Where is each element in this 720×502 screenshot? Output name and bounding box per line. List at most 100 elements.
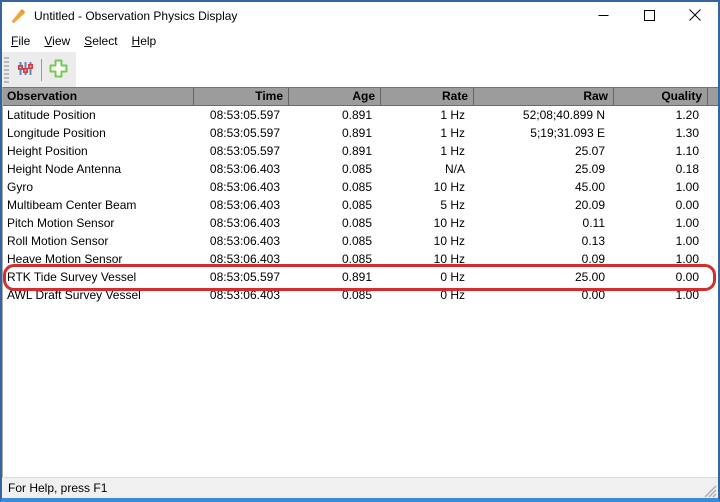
cell-observation: Height Position [3,142,194,160]
cell-time: 08:53:06.403 [194,232,289,250]
cell-rate: 10 Hz [381,250,474,268]
cell-time: 08:53:06.403 [194,178,289,196]
cell-observation: Height Node Antenna [3,160,194,178]
cell-quality: 1.00 [614,286,708,304]
close-button[interactable] [672,2,718,30]
cell-observation: RTK Tide Survey Vessel [3,268,194,286]
column-header-rate[interactable]: Rate [381,88,474,105]
cell-observation: Roll Motion Sensor [3,232,194,250]
cell-rate: 10 Hz [381,232,474,250]
column-header-time[interactable]: Time [194,88,289,105]
cell-rate: 10 Hz [381,178,474,196]
cell-rate: 0 Hz [381,268,474,286]
column-header-raw[interactable]: Raw [474,88,614,105]
minimize-button[interactable] [580,2,626,30]
table-row[interactable]: Heave Motion Sensor 08:53:06.403 0.085 1… [3,250,718,268]
table-row-highlighted[interactable]: RTK Tide Survey Vessel 08:53:05.597 0.89… [3,268,718,286]
cell-observation: AWL Draft Survey Vessel [3,286,194,304]
table-row[interactable]: Height Position 08:53:05.597 0.891 1 Hz … [3,142,718,160]
table-header: Observation Time Age Rate Raw Quality [3,87,718,106]
cell-quality: 0.00 [614,268,708,286]
cell-age: 0.085 [289,196,381,214]
cell-time: 08:53:06.403 [194,160,289,178]
toolbar-separator [41,59,42,81]
cell-quality: 0.00 [614,196,708,214]
cell-time: 08:53:06.403 [194,196,289,214]
cell-rate: 5 Hz [381,196,474,214]
menu-help[interactable]: Help [125,32,164,50]
cell-rate: 0 Hz [381,286,474,304]
cell-rate: 10 Hz [381,214,474,232]
cell-time: 08:53:06.403 [194,214,289,232]
cell-age: 0.891 [289,268,381,286]
cell-age: 0.891 [289,142,381,160]
cell-quality: 1.30 [614,124,708,142]
table-body: Latitude Position 08:53:05.597 0.891 1 H… [3,106,718,304]
table-row[interactable]: Height Node Antenna 08:53:06.403 0.085 N… [3,160,718,178]
menu-bar: File View Select Help [2,30,718,52]
cell-time: 08:53:05.597 [194,268,289,286]
app-icon [10,8,26,24]
cell-raw: 20.09 [474,196,614,214]
table-row[interactable]: Latitude Position 08:53:05.597 0.891 1 H… [3,106,718,124]
column-header-filler [708,88,718,105]
cell-time: 08:53:06.403 [194,286,289,304]
add-observation-button[interactable] [45,57,71,83]
menu-view[interactable]: View [37,32,77,50]
cell-observation: Heave Motion Sensor [3,250,194,268]
table-row[interactable]: Gyro 08:53:06.403 0.085 10 Hz 45.00 1.00 [3,178,718,196]
cell-raw: 45.00 [474,178,614,196]
cell-rate: 1 Hz [381,142,474,160]
window-title: Untitled - Observation Physics Display [34,9,580,23]
cell-raw: 25.07 [474,142,614,160]
cell-quality: 0.18 [614,160,708,178]
cell-time: 08:53:05.597 [194,106,289,124]
minimize-icon [598,9,609,24]
toolbar [2,52,718,87]
cell-observation: Pitch Motion Sensor [3,214,194,232]
menu-select[interactable]: Select [77,32,124,50]
table-row[interactable]: Pitch Motion Sensor 08:53:06.403 0.085 1… [3,214,718,232]
table-row[interactable]: Longitude Position 08:53:05.597 0.891 1 … [3,124,718,142]
window-controls [580,2,718,30]
close-icon [689,9,701,24]
cell-age: 0.085 [289,250,381,268]
cell-time: 08:53:05.597 [194,124,289,142]
cell-age: 0.085 [289,178,381,196]
cell-raw: 0.00 [474,286,614,304]
cell-age: 0.891 [289,124,381,142]
menu-file[interactable]: File [4,32,37,50]
table-row[interactable]: Roll Motion Sensor 08:53:06.403 0.085 10… [3,232,718,250]
column-header-observation[interactable]: Observation [3,88,194,105]
cell-quality: 1.00 [614,250,708,268]
cell-observation: Longitude Position [3,124,194,142]
cell-quality: 1.10 [614,142,708,160]
cell-observation: Gyro [3,178,194,196]
cell-time: 08:53:05.597 [194,142,289,160]
cell-age: 0.891 [289,106,381,124]
status-bar: For Help, press F1 [2,477,718,498]
toolbar-gripper[interactable] [4,57,9,83]
column-header-quality[interactable]: Quality [614,88,708,105]
cell-observation: Multibeam Center Beam [3,196,194,214]
table-row[interactable]: AWL Draft Survey Vessel 08:53:06.403 0.0… [3,286,718,304]
green-plus-icon [49,59,68,81]
observation-table: Observation Time Age Rate Raw Quality La… [2,87,718,477]
cell-observation: Latitude Position [3,106,194,124]
table-row[interactable]: Multibeam Center Beam 08:53:06.403 0.085… [3,196,718,214]
title-bar[interactable]: Untitled - Observation Physics Display [2,2,718,30]
maximize-button[interactable] [626,2,672,30]
table-empty-area [3,304,718,477]
cell-age: 0.085 [289,160,381,178]
cell-raw: 52;08;40.899 N [474,106,614,124]
cell-age: 0.085 [289,214,381,232]
column-header-age[interactable]: Age [289,88,381,105]
cell-age: 0.085 [289,232,381,250]
observation-settings-button[interactable] [12,57,38,83]
cell-raw: 0.13 [474,232,614,250]
cell-rate: 1 Hz [381,124,474,142]
cell-quality: 1.00 [614,232,708,250]
toolbar-group [2,52,76,87]
resize-grip-icon[interactable] [701,482,717,498]
cell-raw: 0.11 [474,214,614,232]
